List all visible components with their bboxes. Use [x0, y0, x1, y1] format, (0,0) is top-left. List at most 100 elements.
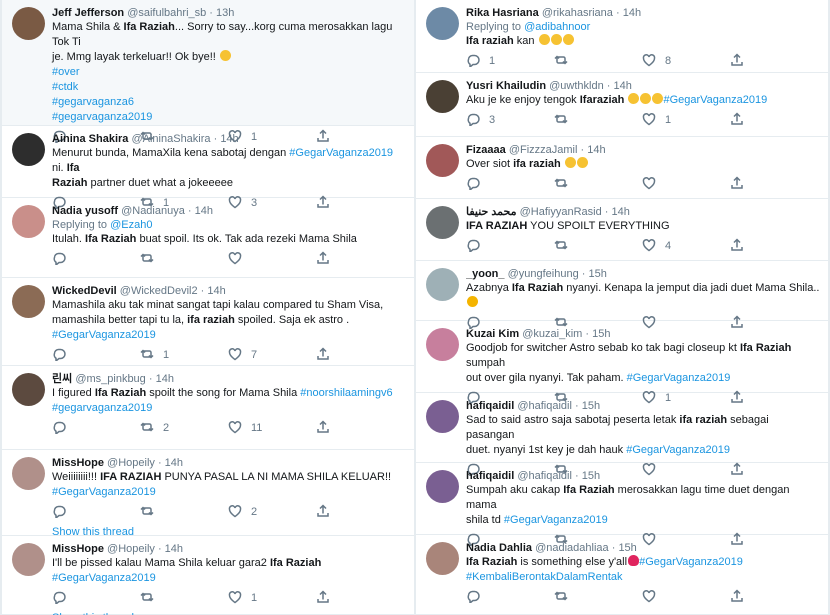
hashtag-link[interactable]: #ctdk — [52, 81, 78, 93]
avatar[interactable] — [426, 7, 459, 40]
hashtag-link[interactable]: #GegarVaganza2019 — [626, 444, 730, 456]
like-button[interactable] — [642, 176, 730, 193]
tweet[interactable]: محمد حنيفا @HafiyyanRasid · 14h IFA RAZIA… — [416, 199, 828, 261]
tweet[interactable]: Yusri Khailudin @uwthkldn · 14h Aku je ke… — [416, 73, 828, 137]
author-handle[interactable]: @hafiqaidil — [517, 400, 572, 412]
avatar[interactable] — [12, 133, 45, 166]
timestamp[interactable]: 15h — [582, 400, 600, 412]
avatar[interactable] — [426, 268, 459, 301]
retweet-button[interactable] — [554, 176, 642, 193]
like-button[interactable]: 4 — [642, 238, 730, 255]
author-name[interactable]: Rika Hasriana — [466, 7, 539, 19]
tweet[interactable]: Ainina Shakira @AininaShakira · 14h Menur… — [2, 126, 414, 211]
tweet[interactable]: MissHope @Hopeily · 14h Weiiiiiiii!!! IFA… — [2, 450, 414, 538]
reply-button[interactable] — [52, 504, 140, 521]
timestamp[interactable]: 14h — [220, 133, 238, 145]
show-thread-link[interactable]: Show this thread — [52, 611, 406, 615]
avatar[interactable] — [426, 206, 459, 239]
author-name[interactable]: hafiqaidil — [466, 470, 514, 482]
hashtag-link[interactable]: #gegarvaganza6 — [52, 96, 134, 108]
author-handle[interactable]: @kuzai_kim — [522, 328, 582, 340]
timestamp[interactable]: 14h — [165, 457, 183, 469]
avatar[interactable] — [12, 7, 45, 40]
reply-button[interactable] — [466, 238, 554, 255]
avatar[interactable] — [426, 80, 459, 113]
tweet[interactable]: Rika Hasriana @rikahasriana · 14h Replyin… — [416, 0, 828, 73]
share-button[interactable] — [316, 419, 336, 437]
share-button[interactable] — [730, 52, 750, 70]
timestamp[interactable]: 15h — [618, 542, 636, 554]
share-button[interactable] — [730, 175, 750, 193]
tweet[interactable]: hafiqaidil @hafiqaidil · 15h Sad to said … — [416, 393, 828, 478]
author-name[interactable]: Ainina Shakira — [52, 133, 128, 145]
author-name[interactable]: _yoon_ — [466, 268, 505, 280]
avatar[interactable] — [12, 543, 45, 576]
reply-button[interactable] — [466, 589, 554, 606]
author-handle[interactable]: @AininaShakira — [131, 133, 210, 145]
author-name[interactable]: MissHope — [52, 457, 104, 469]
tweet[interactable]: Fizaaaa @FizzzaJamil · 14h Over siot ifa … — [416, 137, 828, 199]
avatar[interactable] — [426, 400, 459, 433]
hashtag-link[interactable]: #GegarVaganza2019 — [52, 329, 156, 341]
author-name[interactable]: MissHope — [52, 543, 104, 555]
timestamp[interactable]: 14h — [207, 285, 225, 297]
author-handle[interactable]: @Hopeily — [107, 543, 155, 555]
hashtag-link[interactable]: #GegarVaganza2019 — [639, 556, 743, 568]
author-name[interactable]: Yusri Khailudin — [466, 80, 546, 92]
avatar[interactable] — [12, 285, 45, 318]
share-button[interactable] — [730, 588, 750, 606]
timestamp[interactable]: 13h — [216, 7, 234, 19]
avatar[interactable] — [12, 457, 45, 490]
author-name[interactable]: Fizaaaa — [466, 144, 506, 156]
timestamp[interactable]: 14h — [165, 543, 183, 555]
replying-to-handle[interactable]: @adibahnoor — [524, 21, 590, 33]
timestamp[interactable]: 15h — [592, 328, 610, 340]
avatar[interactable] — [12, 373, 45, 406]
hashtag-link[interactable]: #GegarVaganza2019 — [52, 486, 156, 498]
reply-button[interactable] — [52, 347, 140, 364]
author-handle[interactable]: @WickedDevil2 — [120, 285, 198, 297]
author-handle[interactable]: @nadiadahliaa — [535, 542, 609, 554]
reply-button[interactable] — [52, 590, 140, 607]
author-name[interactable]: 린씨 — [52, 373, 72, 385]
author-handle[interactable]: @Nadianuya — [121, 205, 185, 217]
like-button[interactable]: 7 — [228, 347, 316, 364]
timestamp[interactable]: 14h — [614, 80, 632, 92]
author-handle[interactable]: @hafiqaidil — [517, 470, 572, 482]
hashtag-link[interactable]: #gegarvaganza2019 — [52, 111, 152, 123]
timestamp[interactable]: 15h — [588, 268, 606, 280]
avatar[interactable] — [426, 144, 459, 177]
tweet[interactable]: Kuzai Kim @kuzai_kim · 15h Goodjob for sw… — [416, 321, 828, 406]
timestamp[interactable]: 15h — [582, 470, 600, 482]
author-handle[interactable]: @Hopeily — [107, 457, 155, 469]
hashtag-link[interactable]: #noorshilaamingv6 — [300, 387, 392, 399]
hashtag-link[interactable]: #GegarVaganza2019 — [52, 572, 156, 584]
author-name[interactable]: Nadia yusoff — [52, 205, 118, 217]
tweet[interactable]: Nadia Dahlia @nadiadahliaa · 15h Ifa Razi… — [416, 535, 828, 615]
hashtag-link[interactable]: #GegarVaganza2019 — [627, 372, 731, 384]
avatar[interactable] — [12, 205, 45, 238]
author-handle[interactable]: @rikahasriana — [542, 7, 613, 19]
like-button[interactable]: 8 — [642, 53, 730, 70]
tweet[interactable]: 린씨 @ms_pinkbug · 14h I figured Ifa Raziah… — [2, 366, 414, 450]
retweet-button[interactable] — [554, 112, 642, 129]
author-name[interactable]: Jeff Jefferson — [52, 7, 124, 19]
tweet[interactable]: Jeff Jefferson @saifulbahri_sb · 13h Mama… — [2, 0, 414, 145]
author-handle[interactable]: @FizzzaJamil — [509, 144, 578, 156]
tweet[interactable]: WickedDevil @WickedDevil2 · 14h Mamashila… — [2, 278, 414, 366]
retweet-button[interactable] — [140, 590, 228, 607]
retweet-button[interactable] — [140, 504, 228, 521]
avatar[interactable] — [426, 470, 459, 503]
author-name[interactable]: WickedDevil — [52, 285, 117, 297]
timestamp[interactable]: 14h — [195, 205, 213, 217]
reply-button[interactable] — [52, 420, 140, 437]
tweet[interactable]: MissHope @Hopeily · 14h I'll be pissed ka… — [2, 536, 414, 615]
author-name[interactable]: Kuzai Kim — [466, 328, 519, 340]
reply-button[interactable] — [466, 176, 554, 193]
like-button[interactable]: 11 — [228, 420, 316, 437]
retweet-button[interactable] — [554, 238, 642, 255]
timestamp[interactable]: 14h — [156, 373, 174, 385]
hashtag-link[interactable]: #GegarVaganza2019 — [289, 147, 393, 159]
hashtag-link[interactable]: #KembaliBerontakDalamRentak — [466, 571, 623, 583]
like-button[interactable]: 1 — [228, 590, 316, 607]
